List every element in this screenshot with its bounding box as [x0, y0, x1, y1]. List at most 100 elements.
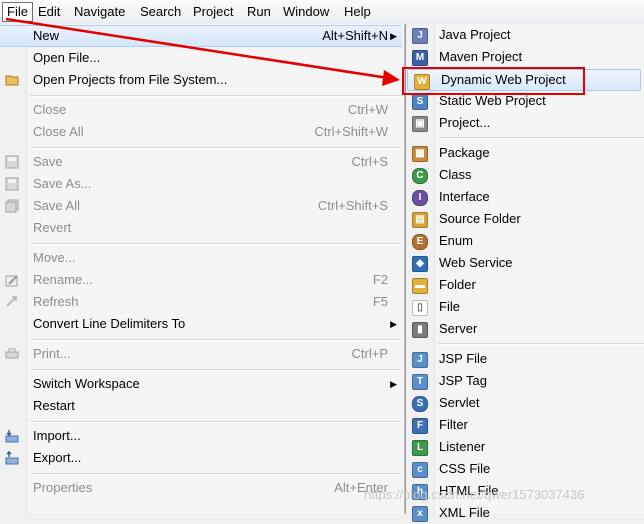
menu-item-save-all[interactable]: Save All Ctrl+Shift+S: [0, 195, 402, 217]
menu-item-label: Web Service: [439, 255, 513, 270]
menu-item-switch-workspace[interactable]: Switch Workspace ▶: [0, 373, 402, 395]
menu-item-label: Switch Workspace: [33, 376, 140, 391]
menu-navigate[interactable]: Navigate: [70, 3, 129, 21]
submenu-arrow-icon: ▶: [390, 379, 397, 389]
menu-item-label: File: [439, 299, 460, 314]
menu-project[interactable]: Project: [189, 3, 237, 21]
menu-item-label: Move...: [33, 250, 76, 265]
menu-search[interactable]: Search: [136, 3, 185, 21]
submenu-arrow-icon: ▶: [390, 319, 397, 329]
submenu-item-class[interactable]: C Class: [406, 164, 644, 186]
menu-item-shortcut: Ctrl+Shift+W: [314, 124, 388, 139]
menu-item-shortcut: Ctrl+W: [347, 102, 388, 117]
menu-item-shortcut: Ctrl+Shift+S: [317, 198, 388, 213]
menu-item-label: Save As...: [33, 176, 92, 191]
menu-window[interactable]: Window: [279, 3, 333, 21]
menu-item-open-file[interactable]: Open File...: [0, 47, 402, 69]
menu-item-label: Interface: [439, 189, 490, 204]
submenu-item-folder[interactable]: ▬ Folder: [406, 274, 644, 296]
menu-item-save-as[interactable]: Save As...: [0, 173, 402, 195]
save-as-icon: [5, 177, 19, 191]
menu-item-label: Source Folder: [439, 211, 521, 226]
menu-item-label: XML File: [439, 505, 490, 520]
new-submenu: J Java Project M Maven Project W Dynamic Web …: [405, 24, 644, 522]
submenu-item-maven-project[interactable]: M Maven Project: [406, 46, 644, 68]
submenu-item-xml-file[interactable]: x XML File: [406, 502, 644, 524]
menu-item-label: Listener: [439, 439, 486, 454]
submenu-item-server[interactable]: ▮ Server: [406, 318, 644, 340]
folder-icon: ▬: [412, 278, 428, 294]
submenu-item-file[interactable]: ▯ File: [406, 296, 644, 318]
menu-item-label: Close: [33, 102, 67, 117]
server-icon: ▮: [412, 322, 428, 338]
menu-item-export[interactable]: Export...: [0, 447, 402, 469]
submenu-item-source-folder[interactable]: ▤ Source Folder: [406, 208, 644, 230]
menu-separator: [30, 339, 402, 341]
menu-item-revert[interactable]: Revert: [0, 217, 402, 239]
submenu-item-listener[interactable]: L Listener: [406, 436, 644, 458]
menu-item-open-projects[interactable]: Open Projects from File System...: [0, 69, 402, 91]
menu-item-label: Convert Line Delimiters To: [33, 316, 186, 331]
menu-item-shortcut: Alt+Shift+N: [322, 28, 388, 43]
refresh-icon: [6, 296, 17, 307]
menu-item-label: Restart: [33, 398, 75, 413]
menu-item-properties[interactable]: Properties Alt+Enter: [0, 477, 402, 499]
menu-item-close[interactable]: Close Ctrl+W: [0, 99, 402, 121]
menu-item-label: New: [33, 28, 60, 43]
menu-item-shortcut: F2: [372, 272, 388, 287]
file-menu: New Alt+Shift+N ▶ Open File... Open Proj…: [0, 24, 405, 514]
menu-item-import[interactable]: Import...: [0, 425, 402, 447]
menu-separator: [30, 473, 402, 475]
menu-help[interactable]: Help: [340, 3, 375, 21]
source-folder-icon: ▤: [412, 212, 428, 228]
submenu-item-java-project[interactable]: J Java Project: [406, 24, 644, 46]
menu-edit[interactable]: Edit: [34, 3, 64, 21]
menu-file[interactable]: File: [2, 2, 33, 22]
file-icon: ▯: [412, 300, 428, 316]
submenu-item-project[interactable]: ▣ Project...: [406, 112, 644, 134]
menu-separator: [438, 343, 644, 345]
menu-item-shortcut: F5: [372, 294, 388, 309]
menu-item-move[interactable]: Move...: [0, 247, 402, 269]
xml-file-icon: x: [412, 506, 428, 522]
menu-run[interactable]: Run: [243, 3, 275, 21]
submenu-item-jsp-tag[interactable]: T JSP Tag: [406, 370, 644, 392]
menu-item-refresh[interactable]: Refresh F5: [0, 291, 402, 313]
menu-item-label: Export...: [33, 450, 82, 465]
menu-item-close-all[interactable]: Close All Ctrl+Shift+W: [0, 121, 402, 143]
menu-item-label: Save: [33, 154, 63, 169]
menu-item-label: Print...: [33, 346, 71, 361]
menu-item-convert-line-delimiters[interactable]: Convert Line Delimiters To ▶: [0, 313, 402, 335]
menu-item-new[interactable]: New Alt+Shift+N ▶: [0, 25, 402, 47]
menu-item-shortcut: Ctrl+S: [351, 154, 388, 169]
menu-item-shortcut: Ctrl+P: [351, 346, 388, 361]
menu-item-print[interactable]: Print... Ctrl+P: [0, 343, 402, 365]
submenu-item-servlet[interactable]: S Servlet: [406, 392, 644, 414]
submenu-item-jsp-file[interactable]: J JSP File: [406, 348, 644, 370]
submenu-item-package[interactable]: ▦ Package: [406, 142, 644, 164]
enum-icon: E: [412, 234, 428, 250]
servlet-icon: S: [412, 396, 428, 412]
import-icon: [5, 430, 19, 443]
web-service-icon: ◆: [412, 256, 428, 272]
submenu-item-css-file[interactable]: c CSS File: [406, 458, 644, 480]
menu-item-label: Save All: [33, 198, 80, 213]
submenu-item-interface[interactable]: I Interface: [406, 186, 644, 208]
menu-item-label: Maven Project: [439, 49, 523, 64]
submenu-item-filter[interactable]: F Filter: [406, 414, 644, 436]
print-icon: [5, 348, 19, 359]
save-icon: [5, 155, 19, 169]
submenu-item-enum[interactable]: E Enum: [406, 230, 644, 252]
menu-item-label: Import...: [33, 428, 81, 443]
jsp-file-icon: J: [412, 352, 428, 368]
submenu-item-web-service[interactable]: ◆ Web Service: [406, 252, 644, 274]
menu-item-label: Close All: [33, 124, 84, 139]
menu-item-restart[interactable]: Restart: [0, 395, 402, 417]
project-icon: ▣: [412, 116, 428, 132]
menu-item-rename[interactable]: Rename... F2: [0, 269, 402, 291]
static-web-project-icon: S: [412, 94, 428, 110]
menu-item-label: Server: [439, 321, 478, 336]
menu-separator: [30, 147, 402, 149]
menu-item-save[interactable]: Save Ctrl+S: [0, 151, 402, 173]
menu-item-label: Rename...: [33, 272, 93, 287]
